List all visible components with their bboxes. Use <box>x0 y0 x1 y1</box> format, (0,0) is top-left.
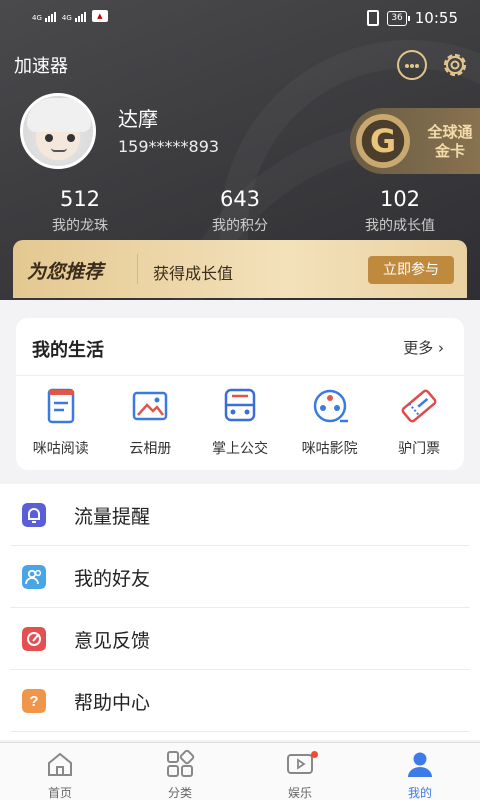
stat-value: 643 <box>219 187 261 211</box>
tab-home[interactable]: 首页 <box>0 743 120 800</box>
battery-level: 36 <box>391 12 403 23</box>
stat-label: 我的积分 <box>212 218 268 234</box>
stat-value: 102 <box>379 187 421 211</box>
menu-item-label: 流量提醒 <box>74 506 151 528</box>
menu-item-label: 我的好友 <box>74 568 151 590</box>
message-icon[interactable] <box>397 50 427 80</box>
bus-icon <box>224 388 256 422</box>
category-icon <box>167 749 195 777</box>
question-icon: ? <box>22 689 46 713</box>
menu-item-help-center[interactable]: ? 帮助中心 <box>10 670 470 732</box>
username: 达摩 <box>118 107 158 131</box>
book-icon <box>47 388 75 424</box>
life-item-migu-cinema[interactable]: 咪咕影院 <box>285 386 375 458</box>
notification-app-icon: ▲ <box>91 10 108 22</box>
profile-icon <box>408 752 432 777</box>
nav-label: 分类 <box>167 786 192 800</box>
stat-growth[interactable]: 102 我的成长值 <box>320 187 480 235</box>
menu-item-data-alert[interactable]: 流量提醒 <box>10 484 470 546</box>
life-item-label: 咪咕影院 <box>301 441 358 457</box>
vip-level-label: 全球通 金卡 <box>420 123 480 161</box>
vibrate-icon <box>367 10 380 26</box>
stat-label: 我的龙珠 <box>52 218 108 234</box>
life-item-label: 云相册 <box>129 441 172 457</box>
network-type: 4G <box>61 14 72 22</box>
nav-label: 首页 <box>47 786 72 800</box>
ticket-icon <box>401 389 437 423</box>
section-title: 我的生活 <box>32 340 104 361</box>
friends-icon <box>22 565 46 589</box>
notification-dot <box>311 751 318 758</box>
vip-logo-icon: G <box>356 114 410 168</box>
tab-category[interactable]: 分类 <box>120 743 240 800</box>
more-link[interactable]: 更多 › <box>403 337 444 358</box>
more-label: 更多 <box>403 339 434 357</box>
menu-item-feedback[interactable]: 意见反馈 <box>10 608 470 670</box>
phone-number: 159*****893 <box>118 137 220 156</box>
tab-mine[interactable]: 我的 <box>360 743 480 800</box>
life-item-cloud-album[interactable]: 云相册 <box>106 386 196 458</box>
nav-label: 我的 <box>407 786 432 800</box>
stats-row: 512 我的龙珠 643 我的积分 102 我的成长值 <box>0 187 480 235</box>
bottom-nav: 首页 分类 娱乐 我的 <box>0 742 480 800</box>
life-item-label: 咪咕阅读 <box>32 441 89 457</box>
bell-icon <box>22 503 46 527</box>
vip-badge[interactable]: G 全球通 金卡 <box>350 108 480 174</box>
svg-text:?: ? <box>29 693 38 710</box>
divider <box>16 375 464 376</box>
menu-item-label: 帮助中心 <box>74 692 151 714</box>
network-type: 4G <box>32 14 42 22</box>
stat-label: 我的成长值 <box>365 218 435 234</box>
life-item-bus[interactable]: 掌上公交 <box>195 386 285 458</box>
join-now-button[interactable]: 立即参与 <box>368 256 454 284</box>
recommend-banner[interactable]: 为您推荐 获得成长值 立即参与 <box>13 240 467 298</box>
stat-value: 512 <box>59 187 101 211</box>
recommend-desc: 获得成长值 <box>153 264 234 283</box>
film-reel-icon <box>313 389 348 423</box>
nav-label: 娱乐 <box>287 786 312 800</box>
vip-line2: 金卡 <box>434 142 465 160</box>
vip-line1: 全球通 <box>427 123 473 141</box>
stat-points[interactable]: 643 我的积分 <box>160 187 320 235</box>
avatar[interactable] <box>20 93 96 169</box>
tab-entertainment[interactable]: 娱乐 <box>240 743 360 800</box>
signal-strength-icon: 4G <box>62 12 86 22</box>
life-item-lv-tickets[interactable]: 驴门票 <box>374 386 464 458</box>
photo-album-icon <box>133 391 168 421</box>
settings-list: 流量提醒 我的好友 意见反馈 ? 帮助中心 <box>0 484 480 740</box>
recommend-title: 为您推荐 <box>27 261 104 283</box>
page-title[interactable]: 加速器 <box>14 52 68 78</box>
life-item-migu-reading[interactable]: 咪咕阅读 <box>16 386 106 458</box>
battery-icon: 36 <box>387 10 411 26</box>
profile-header: 4G 4G ▲ 36 10:55 加速器 达摩 159*****893 G 全球… <box>0 0 480 300</box>
stat-dragon-balls[interactable]: 512 我的龙珠 <box>0 187 160 235</box>
divider <box>137 254 138 284</box>
settings-gear-icon[interactable] <box>440 50 470 80</box>
life-item-label: 驴门票 <box>398 441 441 457</box>
clock: 10:55 <box>414 9 458 27</box>
feedback-icon <box>22 627 46 651</box>
my-life-card: 我的生活 更多 › 咪咕阅读 云相册 掌上公交 咪咕影院 驴门票 <box>16 318 464 470</box>
menu-item-my-friends[interactable]: 我的好友 <box>10 546 470 608</box>
life-item-label: 掌上公交 <box>211 441 268 457</box>
status-bar: 4G 4G ▲ 36 10:55 <box>0 0 480 36</box>
menu-item-label: 意见反馈 <box>74 630 151 652</box>
signal-strength-icon: 4G <box>32 12 56 22</box>
home-icon <box>48 752 72 776</box>
chevron-right-icon: › <box>438 339 444 357</box>
